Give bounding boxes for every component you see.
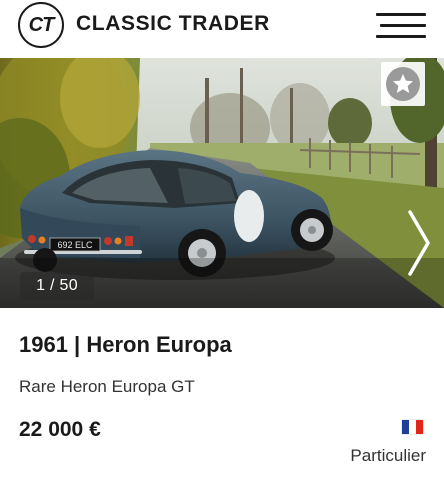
hamburger-menu-icon[interactable]: [376, 10, 426, 40]
menu-line: [376, 13, 426, 16]
brand-name[interactable]: CLASSIC TRADER: [76, 12, 270, 36]
chevron-right-icon[interactable]: [404, 208, 434, 278]
flag-stripe-blue: [402, 420, 409, 434]
seller-type: Particulier: [350, 446, 426, 465]
menu-line: [376, 35, 426, 38]
listing-title[interactable]: 1961 | Heron Europa: [19, 332, 232, 358]
flag-stripe-red: [416, 420, 423, 434]
photo-gallery[interactable]: 692 ELC: [0, 58, 444, 308]
photo-counter: 1 / 50: [20, 272, 94, 300]
france-flag-icon: [402, 420, 423, 434]
menu-line: [380, 24, 426, 27]
listing-subtitle: Rare Heron Europa GT: [19, 377, 195, 396]
favorite-button[interactable]: [381, 62, 425, 106]
listing-price: 22 000 €: [19, 418, 101, 441]
car-photo: 692 ELC: [0, 58, 444, 308]
flag-stripe-white: [409, 420, 416, 434]
license-plate: 692 ELC: [57, 240, 93, 250]
header: CT CLASSIC TRADER: [0, 0, 444, 58]
star-icon: [386, 67, 420, 101]
logo-icon[interactable]: CT: [18, 2, 64, 48]
logo-text: CT: [28, 13, 55, 36]
